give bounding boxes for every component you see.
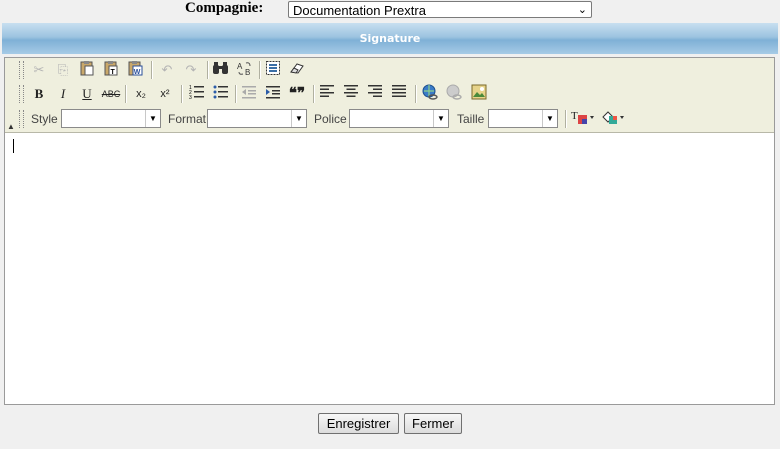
- toolbar-collapse-icon[interactable]: ▲: [7, 122, 15, 131]
- image-icon[interactable]: [469, 84, 489, 104]
- toolbar-separator: [565, 110, 567, 128]
- remove-format-icon[interactable]: [287, 60, 307, 80]
- unlink-icon[interactable]: [444, 84, 464, 104]
- blockquote-button[interactable]: ❝❞: [287, 84, 307, 104]
- svg-text:B: B: [245, 68, 250, 76]
- underline-button[interactable]: U: [77, 84, 97, 104]
- toolbar-separator: [151, 61, 153, 79]
- strikethrough-button[interactable]: ABC: [101, 84, 121, 104]
- text-color-icon[interactable]: T: [571, 109, 597, 129]
- align-right-icon[interactable]: [365, 84, 385, 104]
- svg-text:A: A: [237, 62, 243, 71]
- chevron-down-icon: ⌄: [577, 4, 587, 16]
- section-title: Signature: [359, 32, 421, 45]
- svg-text:T: T: [111, 69, 116, 76]
- toolbar-grip[interactable]: [19, 61, 24, 79]
- toolbar-separator: [313, 85, 315, 103]
- paste-text-icon[interactable]: T: [101, 60, 121, 80]
- editor-content-area[interactable]: [5, 133, 774, 404]
- bold-button[interactable]: B: [29, 84, 49, 104]
- align-justify-icon[interactable]: [389, 84, 409, 104]
- toolbar-separator: [415, 85, 417, 103]
- toolbar-separator: [259, 61, 261, 79]
- text-caret: [13, 139, 14, 153]
- style-select[interactable]: ▼: [61, 109, 161, 128]
- subscript-button[interactable]: x₂: [131, 84, 151, 104]
- toolbar-grip[interactable]: [19, 110, 24, 128]
- select-all-icon[interactable]: [263, 60, 283, 80]
- font-label: Police: [314, 112, 347, 126]
- font-select[interactable]: ▼: [349, 109, 449, 128]
- chevron-down-icon: ▼: [145, 110, 160, 127]
- svg-text:3: 3: [189, 95, 192, 100]
- redo-icon[interactable]: ↷: [181, 60, 201, 80]
- link-icon[interactable]: [420, 84, 440, 104]
- align-center-icon[interactable]: [341, 84, 361, 104]
- rich-text-editor: ✂ ⎘ T W ↶ ↷ AB B I U ABC x₂ x² 1 2 3 ❝❞ …: [4, 57, 775, 405]
- company-row: Compagnie: Documentation Prextra ⌄: [0, 0, 780, 22]
- company-select[interactable]: Documentation Prextra ⌄: [288, 1, 592, 18]
- chevron-down-icon: ▼: [542, 110, 557, 127]
- replace-icon[interactable]: AB: [235, 60, 255, 80]
- chevron-down-icon: ▼: [291, 110, 306, 127]
- chevron-down-icon: ▼: [433, 110, 448, 127]
- size-label: Taille: [457, 112, 485, 126]
- toolbar-separator: [125, 85, 127, 103]
- toolbar-separator: [181, 85, 183, 103]
- toolbar-separator: [235, 85, 237, 103]
- svg-text:T: T: [571, 110, 578, 122]
- format-select[interactable]: ▼: [207, 109, 307, 128]
- find-icon[interactable]: [211, 60, 231, 80]
- style-label: Style: [31, 112, 58, 126]
- toolbar-row-3: Style ▼ Format ▼ Police ▼ Taille ▼ T: [19, 108, 779, 130]
- toolbar-row-1: ✂ ⎘ T W ↶ ↷ AB: [19, 59, 779, 81]
- section-header: Signature: [2, 23, 778, 54]
- cut-icon[interactable]: ✂: [29, 60, 49, 80]
- toolbar-row-2: B I U ABC x₂ x² 123 ❝❞: [19, 83, 779, 105]
- background-color-icon[interactable]: [601, 109, 627, 129]
- company-select-value: Documentation Prextra: [293, 3, 426, 18]
- toolbar-separator: [207, 61, 209, 79]
- ordered-list-icon[interactable]: 123: [187, 84, 207, 104]
- paste-icon[interactable]: [77, 60, 97, 80]
- save-button[interactable]: Enregistrer: [318, 413, 399, 434]
- outdent-icon[interactable]: [239, 84, 259, 104]
- italic-button[interactable]: I: [53, 84, 73, 104]
- format-label: Format: [168, 112, 207, 126]
- editor-toolbar: ✂ ⎘ T W ↶ ↷ AB B I U ABC x₂ x² 1 2 3 ❝❞ …: [5, 58, 774, 133]
- size-select[interactable]: ▼: [488, 109, 558, 128]
- align-left-icon[interactable]: [317, 84, 337, 104]
- bulleted-list-icon[interactable]: [211, 84, 231, 104]
- indent-icon[interactable]: [263, 84, 283, 104]
- undo-icon[interactable]: ↶: [157, 60, 177, 80]
- company-label: Compagnie:: [185, 0, 264, 16]
- toolbar-grip[interactable]: [19, 85, 24, 103]
- paste-word-icon[interactable]: W: [125, 60, 145, 80]
- copy-icon[interactable]: ⎘: [53, 60, 73, 80]
- svg-text:W: W: [134, 69, 141, 76]
- superscript-button[interactable]: x²: [155, 84, 175, 104]
- close-button[interactable]: Fermer: [404, 413, 462, 434]
